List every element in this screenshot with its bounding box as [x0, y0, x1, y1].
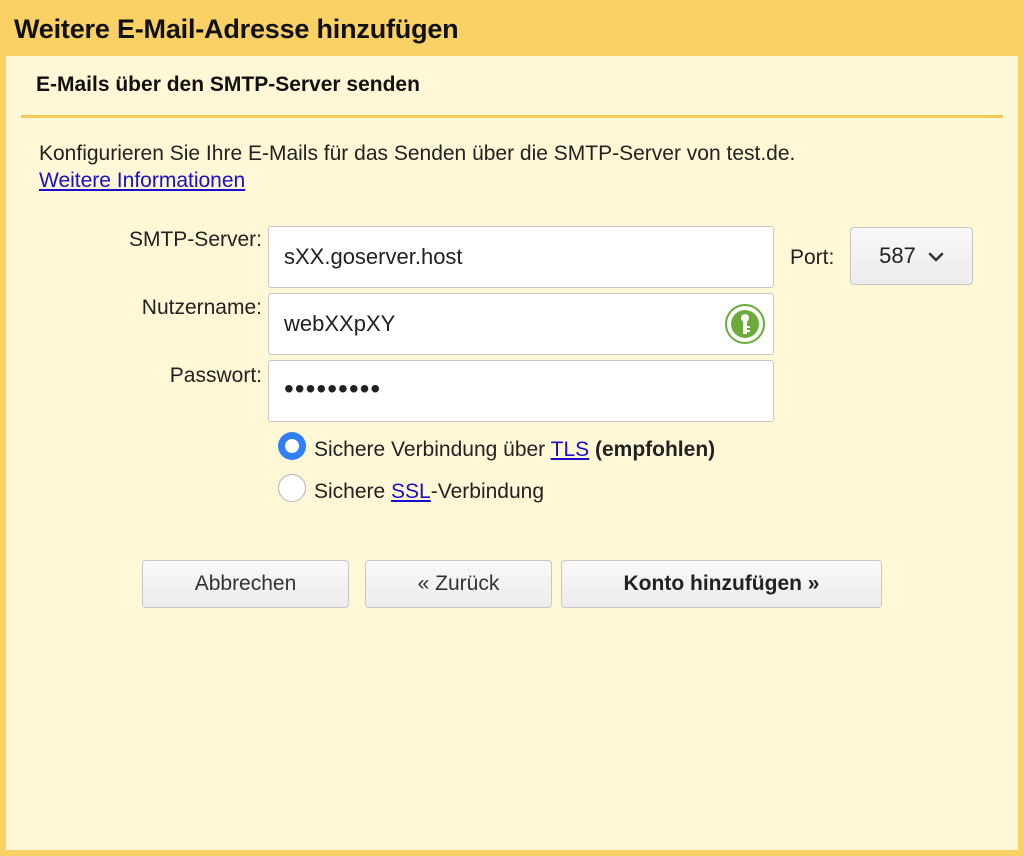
ssl-label-suffix: -Verbindung	[430, 480, 545, 503]
dialog-title: Weitere E-Mail-Adresse hinzufügen	[0, 0, 1024, 56]
port-label: Port:	[790, 246, 835, 269]
ssl-radio[interactable]	[278, 474, 306, 502]
port-value: 587	[879, 243, 916, 268]
section-title: E-Mails über den SMTP-Server senden	[21, 56, 1003, 118]
password-mask: •••••••••	[284, 373, 382, 404]
password-input[interactable]: •••••••••	[268, 360, 774, 422]
username-value: webXXpXY	[284, 311, 396, 336]
tls-radio[interactable]	[278, 432, 306, 460]
smtp-server-label: SMTP-Server:	[128, 228, 262, 251]
tls-link[interactable]: TLS	[551, 438, 590, 461]
tls-label-prefix: Sichere Verbindung über	[314, 438, 551, 461]
intro-paragraph: Konfigurieren Sie Ihre E-Mails für das S…	[39, 140, 999, 194]
more-info-link[interactable]: Weitere Informationen	[39, 169, 245, 192]
smtp-server-value: sXX.goserver.host	[284, 244, 463, 269]
dialog-panel: E-Mails über den SMTP-Server senden Konf…	[6, 56, 1018, 850]
username-label: Nutzername:	[141, 296, 262, 319]
chevron-down-icon	[928, 243, 944, 269]
password-label: Passwort:	[169, 364, 262, 387]
intro-text: Konfigurieren Sie Ihre E-Mails für das S…	[39, 142, 796, 165]
ssl-label: Sichere SSL-Verbindung	[314, 480, 544, 504]
cancel-button[interactable]: Abbrechen	[142, 560, 349, 608]
smtp-server-input[interactable]: sXX.goserver.host	[268, 226, 774, 288]
back-button[interactable]: « Zurück	[365, 560, 552, 608]
tls-recommended: (empfohlen)	[594, 438, 716, 461]
tls-label: Sichere Verbindung über TLS (empfohlen)	[314, 438, 715, 462]
port-select[interactable]: 587	[850, 227, 973, 285]
ssl-label-prefix: Sichere	[314, 480, 392, 503]
ssl-option[interactable]: Sichere SSL-Verbindung	[278, 474, 544, 506]
username-input[interactable]: webXXpXY	[268, 293, 774, 355]
key-icon[interactable]	[725, 304, 765, 344]
tls-option[interactable]: Sichere Verbindung über TLS (empfohlen)	[278, 432, 715, 464]
ssl-link[interactable]: SSL	[391, 480, 431, 503]
add-account-button[interactable]: Konto hinzufügen »	[561, 560, 882, 608]
